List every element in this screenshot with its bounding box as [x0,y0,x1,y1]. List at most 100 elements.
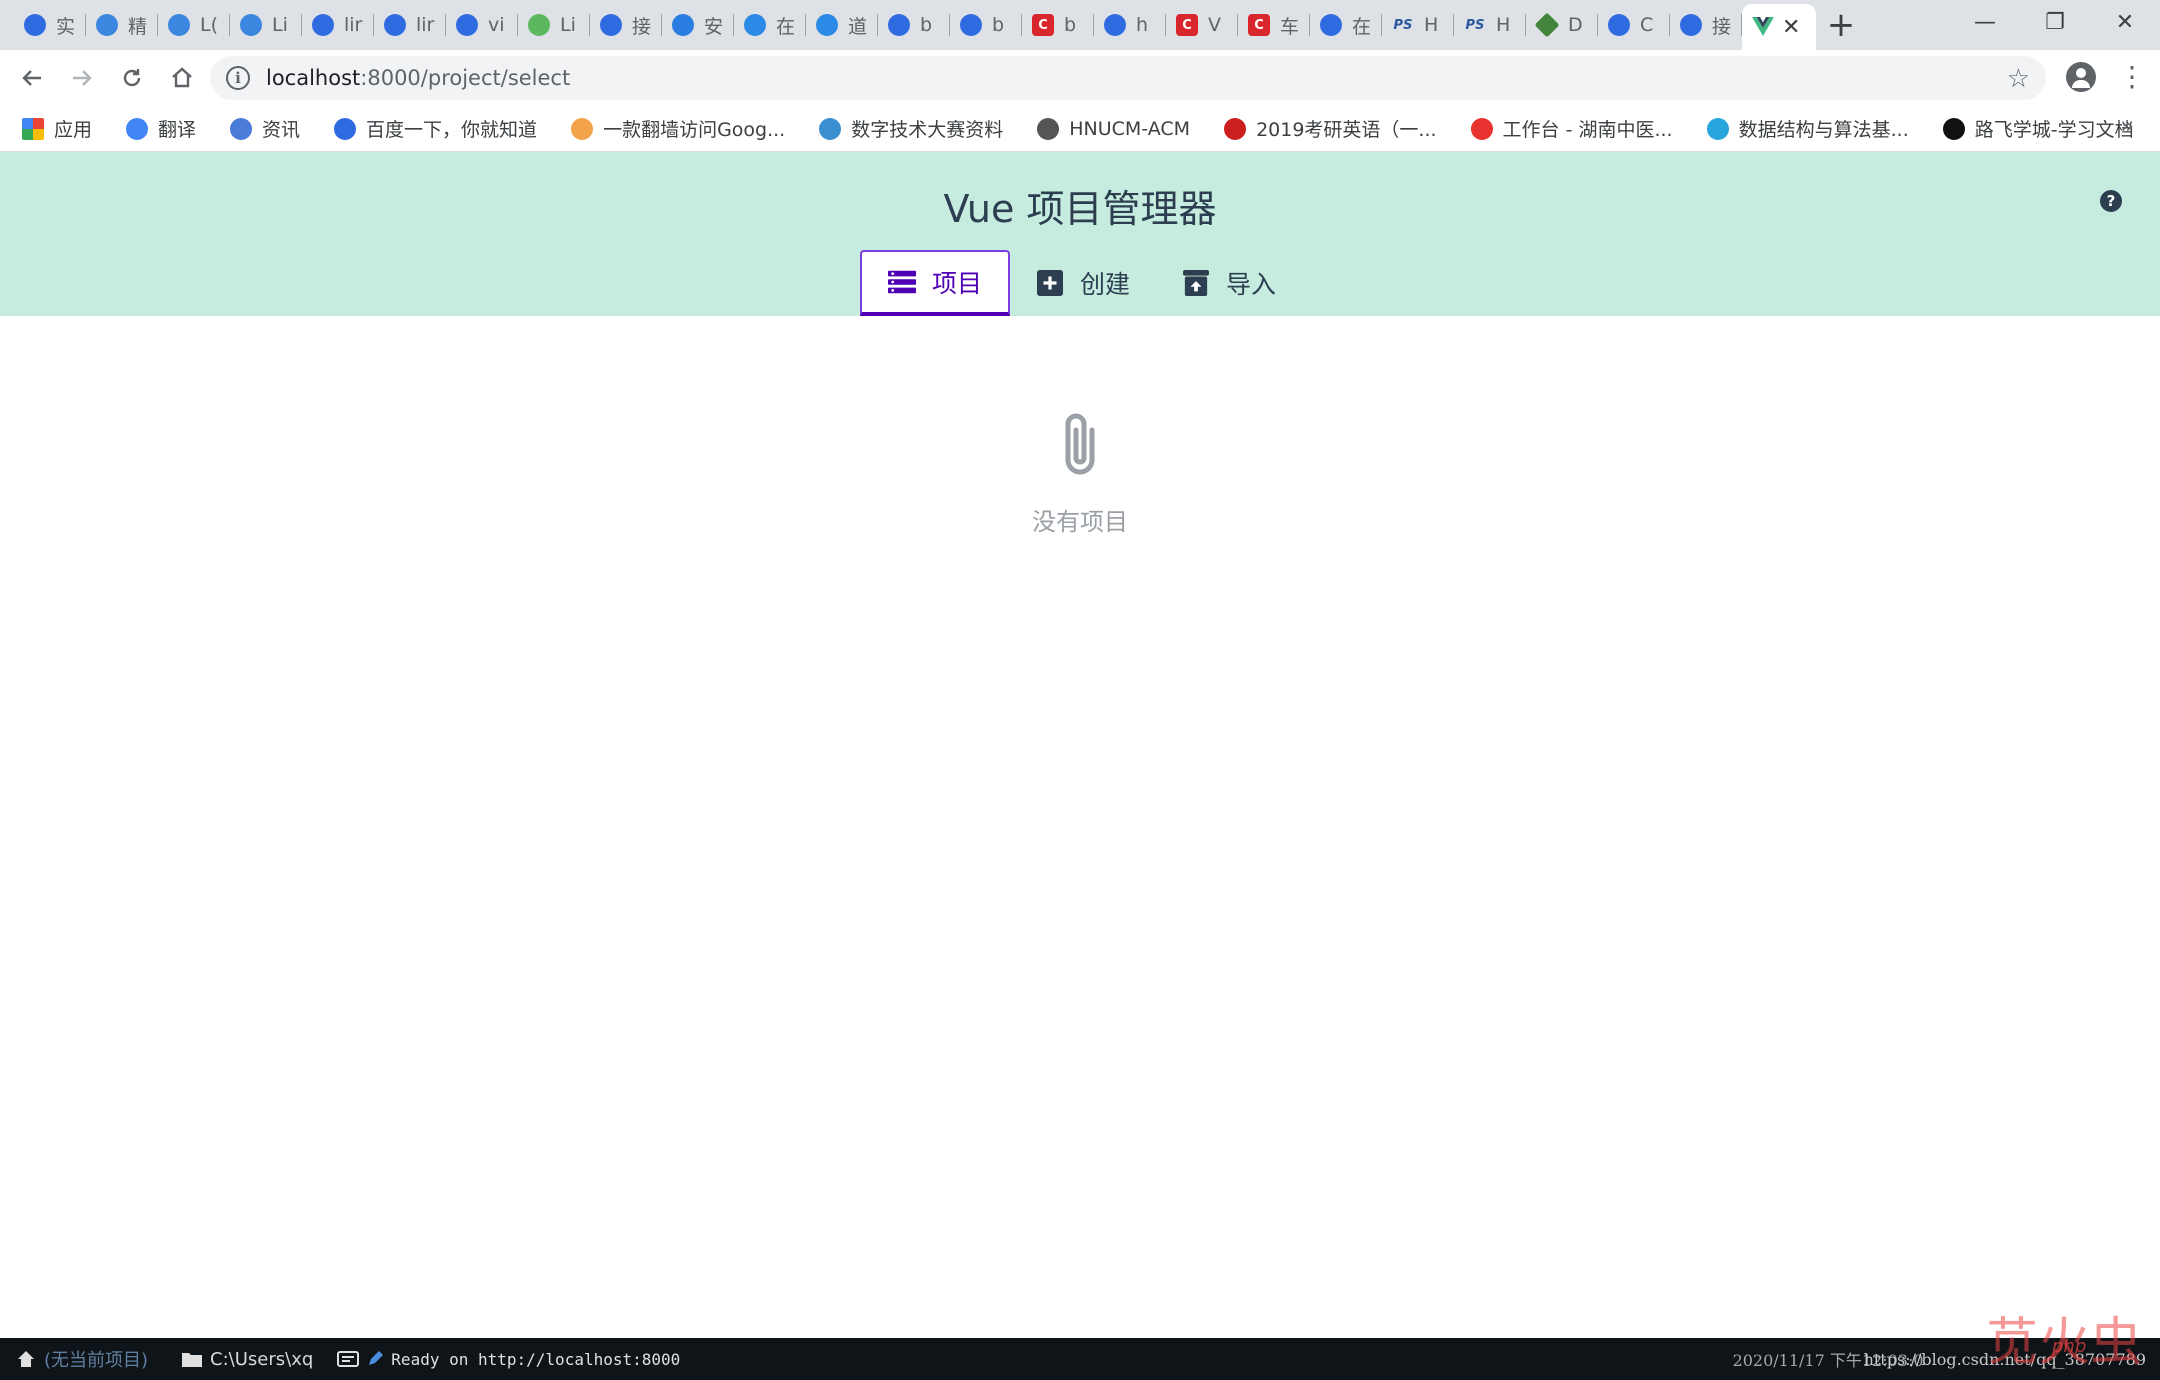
bookmark-label: 百度一下，你就知道 [366,119,538,141]
bookmark-item[interactable]: HNUCM-ACM [1037,117,1190,140]
paperclip-icon [1065,413,1095,475]
browser-tab[interactable]: Cb [1022,0,1094,50]
cloud-eyes-icon [240,14,262,36]
browser-tab[interactable]: 道 [806,0,878,50]
browser-tab-label: b [1064,14,1077,36]
bookmark-label: 工作台 - 湖南中医... [1502,119,1673,141]
bookmark-item[interactable]: 2019考研英语（一... [1224,115,1437,142]
tab-projects[interactable]: 项目 [860,250,1011,316]
browser-tab-label: lir [416,14,435,36]
bookmark-item[interactable]: 百度一下，你就知道 [334,115,537,142]
browser-tab-label: 接 [632,15,652,38]
baidu-paw-icon [600,14,622,36]
minimize-button[interactable]: — [1950,0,2020,44]
close-tab-icon[interactable]: ✕ [1782,15,1800,40]
home-button[interactable] [158,54,206,102]
browser-tab[interactable]: vi [446,0,518,50]
bookmark-label: 2019考研英语（一... [1256,119,1437,141]
browser-tab[interactable]: 精 [86,0,158,50]
address-bar[interactable]: i localhost:8000/project/select ☆ [210,56,2046,100]
log-status-button[interactable]: Ready on http://localhost:8000 [337,1350,680,1369]
tab-active-vue[interactable]: ✕ [1742,4,1816,50]
profile-avatar-icon[interactable] [2066,62,2096,92]
cloud-eyes-icon [168,14,190,36]
browser-tab[interactable]: 实 [14,0,86,50]
browser-tab-label: h [1136,14,1149,36]
bookmark-star-icon[interactable]: ☆ [2007,64,2030,94]
watermark-small-text: php [2052,1336,2087,1357]
browser-tab[interactable]: 在 [1310,0,1382,50]
bookmark-item[interactable]: 路飞学城-学习文档 [1942,115,2134,142]
browser-tab-label: 在 [1352,15,1372,38]
new-tab-button[interactable]: + [1816,0,1866,50]
baidu-paw-icon [312,14,334,36]
tab-import[interactable]: 导入 [1156,250,1302,316]
browser-tab[interactable]: b [878,0,950,50]
browser-tab[interactable]: h [1094,0,1166,50]
bookmark-favicon-icon [1224,117,1247,140]
restore-button[interactable]: ❐ [2020,0,2090,44]
bookmark-favicon-icon [571,117,594,140]
baidu-paw-icon [24,14,46,36]
address-url[interactable]: localhost:8000/project/select [266,66,570,90]
baidu-paw-icon [1608,14,1630,36]
bookmark-label: 应用 [54,119,93,141]
arrow-left-icon [22,70,41,86]
bookmark-item[interactable]: 数据结构与算法基... [1706,115,1909,142]
browser-tab[interactable]: PS H [1454,0,1526,50]
browser-tab[interactable]: PS H [1382,0,1454,50]
browser-tab[interactable]: Li [518,0,590,50]
browser-toolbar: i localhost:8000/project/select ☆ ⋮ [0,50,2160,106]
tab-list: 实精 L(Li lir lir vi Li 接安在道 b b Cb h C V C 车在 PS H PS H D C 接 [0,0,1742,50]
bookmark-item[interactable]: 工作台 - 湖南中医... [1470,115,1673,142]
bookmark-item[interactable]: 翻译 [126,115,196,142]
baidu-paw-icon [456,14,478,36]
browser-tab-label: Li [272,14,288,36]
tab-import-label: 导入 [1226,270,1277,299]
reload-button[interactable] [108,54,156,102]
green-face-icon [528,14,550,36]
browser-tab-label: H [1496,14,1511,36]
browser-tab[interactable]: C [1598,0,1670,50]
browser-tab[interactable]: lir [302,0,374,50]
tab-create[interactable]: 创建 [1010,250,1156,316]
browser-tab-label: b [920,14,933,36]
bookmark-item[interactable]: 一款翻墙访问Goog... [571,115,785,142]
app-header: Vue 项目管理器 ? 项目 创建 导入 [0,152,2160,316]
browser-tab[interactable]: Li [230,0,302,50]
bookmark-item[interactable]: 资讯 [230,115,300,142]
browser-tab[interactable]: D [1526,0,1598,50]
site-info-icon[interactable]: i [226,66,250,90]
page-title: Vue 项目管理器 [943,187,1217,231]
browser-tab[interactable]: b [950,0,1022,50]
csdn-c-icon: C [1032,14,1054,36]
bookmark-item[interactable]: 数字技术大赛资料 [819,115,1003,142]
cloud-icon [816,14,838,36]
back-button[interactable] [8,54,56,102]
browser-tab[interactable]: 接 [590,0,662,50]
browser-tab[interactable]: 接 [1670,0,1742,50]
browser-tab[interactable]: L( [158,0,230,50]
vue-logo-icon [1752,16,1774,38]
browser-tab-label: 道 [848,15,868,38]
bookmarks-overflow-button[interactable]: » [2121,114,2134,139]
bookmark-label: 路飞学城-学习文档 [1974,119,2134,141]
bookmark-item[interactable]: 应用 [22,115,92,142]
close-window-button[interactable]: ✕ [2090,0,2160,44]
cloud-eyes-icon [96,14,118,36]
home-icon [18,1351,34,1367]
status-bar: (无当前项目) C:\Users\xq Ready on http://loca… [0,1338,2160,1380]
browser-tab[interactable]: C车 [1238,0,1310,50]
home-status-button[interactable]: (无当前项目) [16,1346,148,1372]
import-box-icon [1183,270,1210,296]
browser-tab[interactable]: 在 [734,0,806,50]
browser-tab[interactable]: lir [374,0,446,50]
browser-menu-icon[interactable]: ⋮ [2118,62,2146,92]
browser-tab[interactable]: 安 [662,0,734,50]
window-controls: — ❐ ✕ [1950,0,2160,44]
current-project-status: (无当前项目) [44,1350,149,1371]
folder-status-button[interactable]: C:\Users\xq [182,1349,313,1370]
forward-button[interactable] [58,54,106,102]
help-icon[interactable]: ? [2100,190,2122,212]
browser-tab[interactable]: CV [1166,0,1238,50]
